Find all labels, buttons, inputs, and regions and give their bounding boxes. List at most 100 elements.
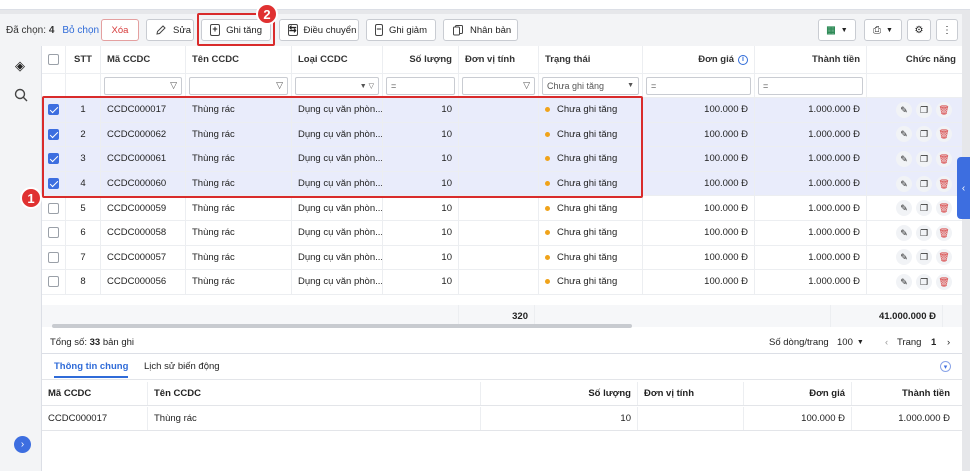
page-number[interactable]: 1 bbox=[931, 337, 936, 348]
filter-total[interactable]: = bbox=[755, 74, 867, 97]
delete-row-icon[interactable]: 🗑 bbox=[936, 150, 952, 167]
header-code[interactable]: Mã CCDC bbox=[101, 46, 186, 73]
copy-row-icon[interactable]: ❐ bbox=[916, 175, 932, 192]
header-type[interactable]: Loại CCDC bbox=[292, 46, 383, 73]
delete-row-icon[interactable]: 🗑 bbox=[936, 273, 952, 290]
filter-price-input[interactable]: = bbox=[646, 76, 751, 95]
header-name[interactable]: Tên CCDC bbox=[186, 46, 292, 73]
row-checkbox[interactable] bbox=[48, 251, 59, 263]
row-select-cell[interactable] bbox=[42, 98, 66, 122]
filter-code[interactable]: ▽ bbox=[101, 74, 186, 97]
header-price-cell[interactable]: Đơn giá i bbox=[643, 46, 755, 73]
row-actions[interactable]: ✎ ❐ 🗑 bbox=[867, 270, 962, 294]
filter-status[interactable]: Chưa ghi tăng ▼ bbox=[539, 74, 643, 97]
delete-row-icon[interactable]: 🗑 bbox=[936, 224, 952, 241]
next-page-icon[interactable]: › bbox=[947, 337, 950, 348]
filter-type[interactable]: ▼ ▽ bbox=[292, 74, 383, 97]
layers-icon[interactable]: ◈ bbox=[15, 58, 25, 74]
row-select-cell[interactable] bbox=[42, 122, 66, 147]
header-stt[interactable]: STT bbox=[66, 46, 101, 73]
row-actions[interactable]: ✎ ❐ 🗑 bbox=[867, 123, 962, 147]
filter-total-input[interactable]: = bbox=[758, 76, 863, 95]
row-checkbox[interactable] bbox=[48, 227, 59, 239]
delete-row-icon[interactable]: 🗑 bbox=[936, 249, 952, 266]
chevron-down-icon[interactable]: ▼ ▽ bbox=[360, 82, 374, 90]
side-panel-toggle[interactable]: ‹ bbox=[957, 157, 970, 219]
row-actions[interactable]: ✎ ❐ 🗑 bbox=[867, 221, 962, 245]
header-unit[interactable]: Đơn vị tính bbox=[459, 46, 539, 73]
copy-row-icon[interactable]: ❐ bbox=[916, 200, 932, 217]
filter-qty[interactable]: = bbox=[383, 74, 459, 97]
row-select-cell[interactable] bbox=[42, 221, 66, 245]
edit-row-icon[interactable]: ✎ bbox=[896, 200, 912, 217]
edit-row-icon[interactable]: ✎ bbox=[896, 150, 912, 167]
filter-icon[interactable]: ▽ bbox=[276, 80, 283, 91]
table-row[interactable]: 3 CCDC000061 Thùng rác Dụng cụ văn phòn... 1… bbox=[42, 147, 962, 172]
record-decrease-button[interactable]: − Ghi giảm bbox=[366, 19, 436, 41]
delete-row-icon[interactable]: 🗑 bbox=[936, 175, 952, 192]
table-row[interactable]: 8 CCDC000056 Thùng rác Dụng cụ văn phòn... 1… bbox=[42, 270, 962, 295]
filter-name[interactable]: ▽ bbox=[186, 74, 292, 97]
row-actions[interactable]: ✎ ❐ 🗑 bbox=[867, 196, 962, 220]
delete-row-icon[interactable]: 🗑 bbox=[936, 200, 952, 217]
edit-row-icon[interactable]: ✎ bbox=[896, 126, 912, 143]
info-icon[interactable]: i bbox=[738, 54, 748, 65]
edit-row-icon[interactable]: ✎ bbox=[896, 175, 912, 192]
transfer-button[interactable]: ⇆ Điều chuyển bbox=[279, 19, 359, 41]
table-row[interactable]: 5 CCDC000059 Thùng rác Dụng cụ văn phòn... 1… bbox=[42, 196, 962, 221]
select-all-checkbox[interactable] bbox=[48, 54, 59, 65]
header-total[interactable]: Thành tiền bbox=[755, 46, 867, 73]
row-checkbox[interactable] bbox=[48, 153, 59, 165]
row-checkbox[interactable] bbox=[48, 104, 59, 116]
edit-row-icon[interactable]: ✎ bbox=[896, 224, 912, 241]
expand-sidebar-button[interactable]: › bbox=[14, 436, 31, 453]
filter-name-input[interactable]: ▽ bbox=[189, 76, 288, 95]
copy-row-icon[interactable]: ❐ bbox=[916, 150, 932, 167]
filter-type-select[interactable]: ▼ ▽ bbox=[295, 76, 379, 95]
edit-row-icon[interactable]: ✎ bbox=[896, 273, 912, 290]
duplicate-button[interactable]: Nhân bản bbox=[443, 19, 518, 41]
prev-page-icon[interactable]: ‹ bbox=[885, 337, 888, 348]
edit-button[interactable]: Sửa bbox=[146, 19, 194, 41]
tab-change-history[interactable]: Lịch sử biến động bbox=[144, 361, 220, 372]
row-checkbox[interactable] bbox=[48, 202, 59, 214]
filter-price[interactable]: = bbox=[643, 74, 755, 97]
more-button[interactable]: ⋮ bbox=[936, 19, 958, 41]
copy-row-icon[interactable]: ❐ bbox=[916, 249, 932, 266]
row-checkbox[interactable] bbox=[48, 276, 59, 288]
row-select-cell[interactable] bbox=[42, 171, 66, 196]
tab-general-info[interactable]: Thông tin chung bbox=[54, 361, 129, 378]
table-row[interactable]: 2 CCDC000062 Thùng rác Dụng cụ văn phòn... 1… bbox=[42, 122, 962, 148]
deselect-link[interactable]: Bỏ chọn bbox=[62, 25, 99, 36]
collapse-panel-icon[interactable]: ▾ bbox=[940, 361, 951, 372]
export-excel-button[interactable]: ▦ ▼ bbox=[818, 19, 856, 41]
table-row[interactable]: 1 CCDC000017 Thùng rác Dụng cụ văn phòn... 1… bbox=[42, 98, 962, 123]
row-select-cell[interactable] bbox=[42, 196, 66, 220]
print-button[interactable]: ⎙ ▼ bbox=[864, 19, 902, 41]
filter-unit[interactable]: ▽ bbox=[459, 74, 539, 97]
row-actions[interactable]: ✎ ❐ 🗑 bbox=[867, 98, 962, 122]
filter-icon[interactable]: ▽ bbox=[523, 80, 530, 91]
row-checkbox[interactable] bbox=[48, 128, 59, 140]
table-row[interactable]: 7 CCDC000057 Thùng rác Dụng cụ văn phòn... 1… bbox=[42, 245, 962, 271]
delete-row-icon[interactable]: 🗑 bbox=[936, 101, 952, 118]
settings-button[interactable]: ⚙ bbox=[907, 19, 931, 41]
horizontal-scrollbar[interactable] bbox=[52, 324, 632, 328]
copy-row-icon[interactable]: ❐ bbox=[916, 273, 932, 290]
header-status[interactable]: Trạng thái bbox=[539, 46, 643, 73]
copy-row-icon[interactable]: ❐ bbox=[916, 101, 932, 118]
row-select-cell[interactable] bbox=[42, 245, 66, 270]
table-row[interactable]: 6 CCDC000058 Thùng rác Dụng cụ văn phòn... 1… bbox=[42, 221, 962, 246]
filter-qty-input[interactable]: = bbox=[386, 76, 455, 95]
delete-button[interactable]: Xóa bbox=[101, 19, 139, 41]
row-select-cell[interactable] bbox=[42, 270, 66, 294]
edit-row-icon[interactable]: ✎ bbox=[896, 249, 912, 266]
row-checkbox[interactable] bbox=[48, 178, 59, 190]
row-select-cell[interactable] bbox=[42, 147, 66, 171]
delete-row-icon[interactable]: 🗑 bbox=[936, 126, 952, 143]
edit-row-icon[interactable]: ✎ bbox=[896, 101, 912, 118]
filter-unit-input[interactable]: ▽ bbox=[462, 76, 535, 95]
filter-code-input[interactable]: ▽ bbox=[104, 76, 182, 95]
filter-icon[interactable]: ▽ bbox=[170, 80, 177, 91]
table-row[interactable]: 4 CCDC000060 Thùng rác Dụng cụ văn phòn... 1… bbox=[42, 171, 962, 197]
